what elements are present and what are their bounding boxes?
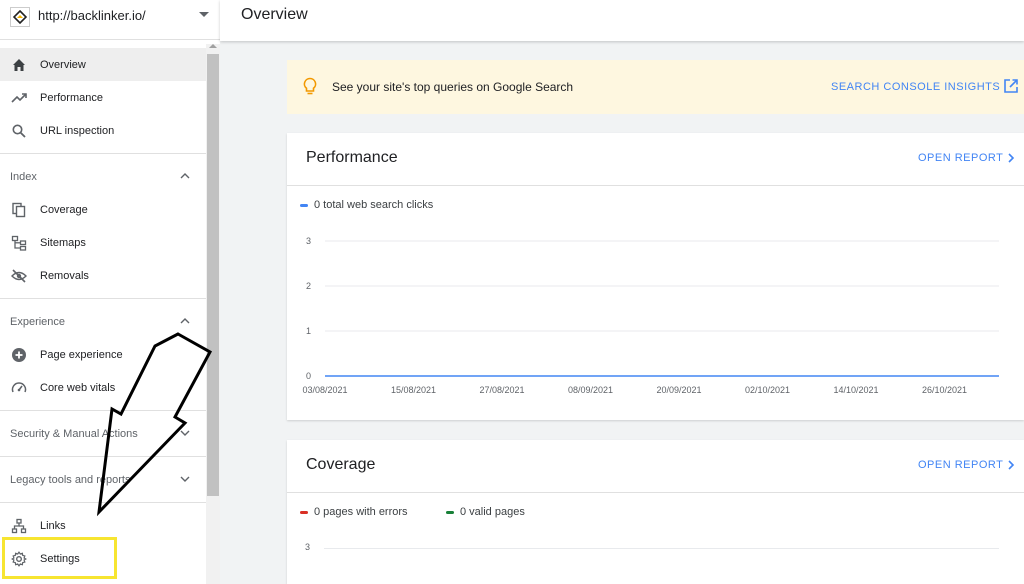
annotation-arrow (96, 332, 213, 517)
annotation-overlay (96, 332, 213, 517)
settings-highlight-box (2, 537, 117, 579)
